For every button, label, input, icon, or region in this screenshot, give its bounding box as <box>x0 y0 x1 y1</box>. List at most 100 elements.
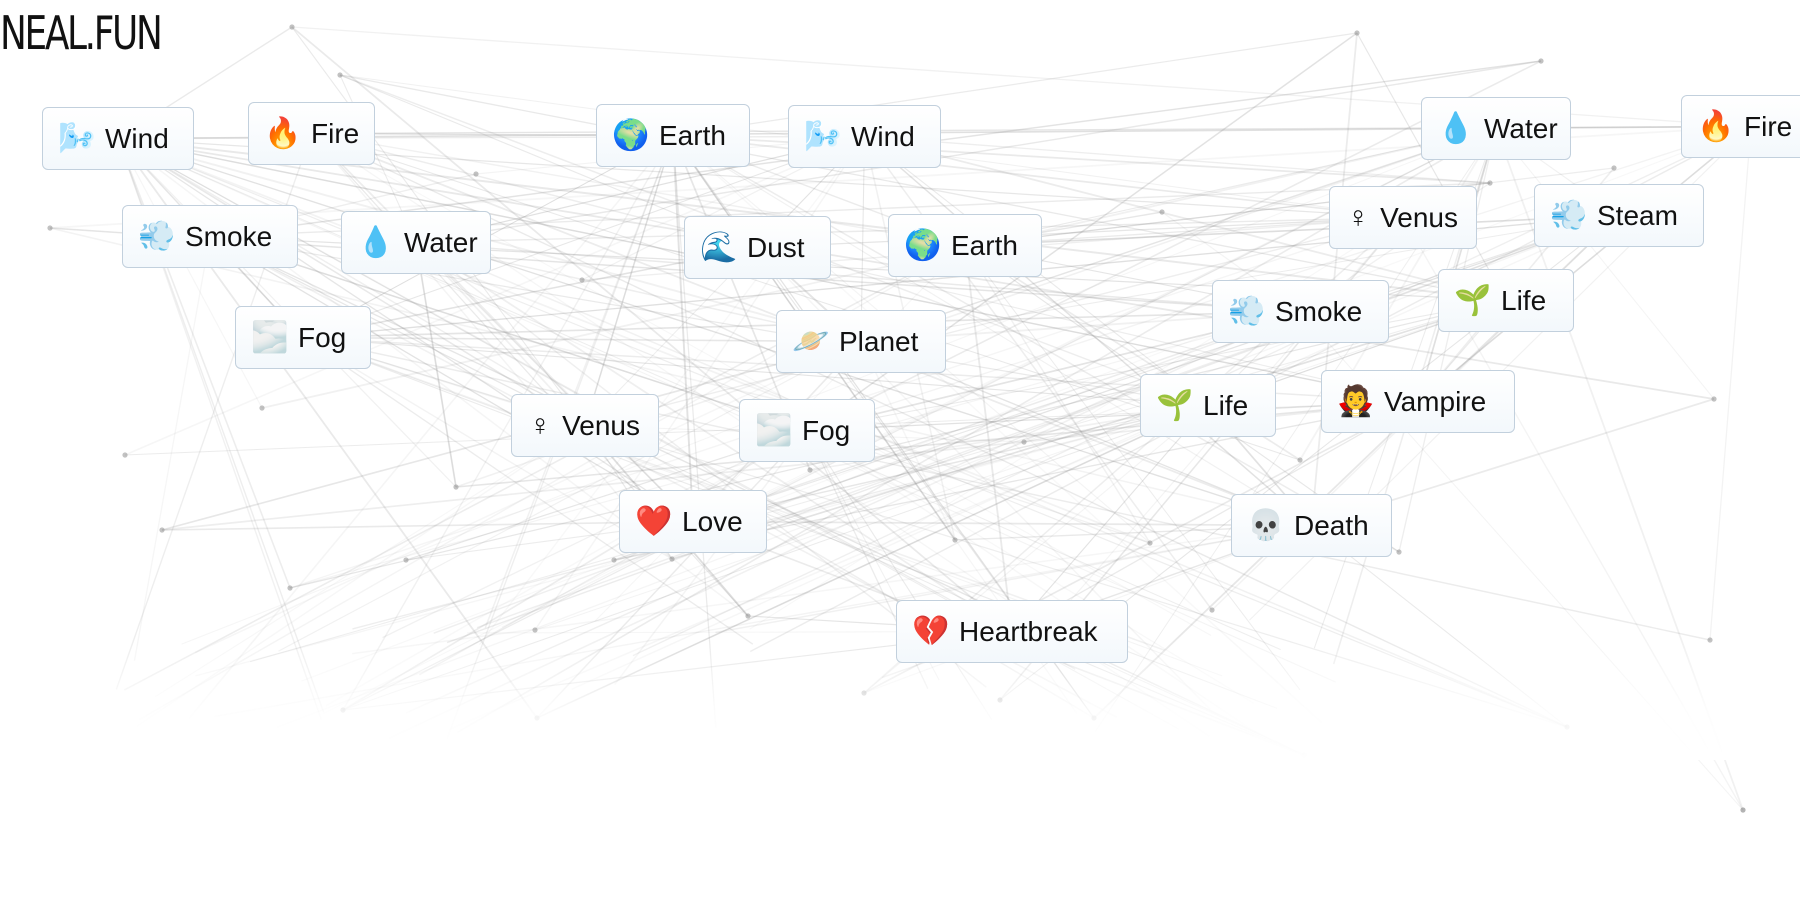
element-tile-earth[interactable]: 🌍 Earth <box>596 104 750 167</box>
element-tile-life[interactable]: 🌱 Life <box>1438 269 1574 332</box>
element-label: Planet <box>839 325 919 357</box>
connection-node-dot <box>122 452 128 458</box>
connection-line <box>161 520 694 531</box>
connection-node-dot <box>1301 752 1307 758</box>
sprout-icon: 🌱 <box>1454 283 1492 317</box>
vampire-icon: 🧛 <box>1337 384 1375 418</box>
water-drop-icon: 💧 <box>357 225 395 259</box>
connection-node-dot <box>952 537 958 543</box>
connection-node-dot <box>1707 637 1713 643</box>
connection-node-dot <box>807 467 813 473</box>
connection-node-dot <box>453 484 459 490</box>
connection-line <box>154 425 586 698</box>
element-label: Vampire <box>1384 385 1487 417</box>
connection-node-dot <box>289 24 295 30</box>
element-tile-steam[interactable]: 💨 Steam <box>1534 184 1704 247</box>
element-tile-venus[interactable]: ♀ Venus <box>1329 186 1477 249</box>
element-tile-wind[interactable]: 🌬️ Wind <box>42 107 194 170</box>
connection-node-dot <box>1487 180 1493 186</box>
element-label: Fire <box>311 117 360 149</box>
connection-node-dot <box>287 585 293 591</box>
element-tile-heartbreak[interactable]: 💔 Heartbreak <box>896 600 1128 663</box>
fire-icon: 🔥 <box>1697 109 1735 143</box>
element-label: Earth <box>951 229 1018 261</box>
element-label: Water <box>1484 112 1558 144</box>
element-label: Earth <box>659 119 726 151</box>
element-tile-love[interactable]: ❤️ Love <box>619 490 767 553</box>
connection-node-dot <box>1711 396 1717 402</box>
element-tile-fire[interactable]: 🔥 Fire <box>248 102 375 165</box>
element-tile-smoke[interactable]: 💨 Smoke <box>122 205 298 268</box>
craft-canvas[interactable]: NEAL.FUN 🌬️ Wind 🔥 Fire 🌍 Earth 🌬️ Wind … <box>0 0 1800 900</box>
connection-node-dot <box>1209 607 1215 613</box>
element-tile-venus[interactable]: ♀ Venus <box>511 394 659 457</box>
connection-line <box>1709 126 1752 641</box>
element-tile-earth[interactable]: 🌍 Earth <box>888 214 1042 277</box>
connection-node-dot <box>47 225 53 231</box>
element-tile-wind[interactable]: 🌬️ Wind <box>788 105 941 168</box>
connection-node-dot <box>1297 457 1303 463</box>
connection-node-dot <box>259 405 265 411</box>
wind-icon: 🌬️ <box>58 121 96 155</box>
element-tile-water[interactable]: 💧 Water <box>1421 97 1571 160</box>
skull-icon: 💀 <box>1247 508 1285 542</box>
connection-node-dot <box>997 697 1003 703</box>
earth-globe-icon: 🌍 <box>612 118 650 152</box>
smoke-puff-icon: 💨 <box>138 219 176 253</box>
element-tile-dust[interactable]: 🌊 Dust <box>684 216 831 279</box>
element-label: Wind <box>851 120 915 152</box>
wind-icon: 🌬️ <box>804 119 842 153</box>
dust-waves-icon: 🌊 <box>700 230 738 264</box>
connection-node-dot <box>1021 439 1027 445</box>
planet-ringed-icon: 🪐 <box>792 324 830 358</box>
connection-node-dot <box>1147 540 1153 546</box>
connection-node-dot <box>745 613 751 619</box>
element-label: Venus <box>1380 201 1458 233</box>
element-tile-planet[interactable]: 🪐 Planet <box>776 310 946 373</box>
element-tile-fire[interactable]: 🔥 Fire <box>1681 95 1800 158</box>
connection-node-dot <box>861 690 867 696</box>
connection-node-dot <box>532 627 538 633</box>
site-logo[interactable]: NEAL.FUN <box>0 10 163 56</box>
connection-line <box>133 236 211 661</box>
sprout-icon: 🌱 <box>1156 388 1194 422</box>
connection-node-dot <box>340 707 346 713</box>
fire-icon: 🔥 <box>264 116 302 150</box>
connection-node-dot <box>337 72 343 78</box>
element-tile-smoke[interactable]: 💨 Smoke <box>1212 280 1389 343</box>
element-label: Fire <box>1744 110 1793 142</box>
element-label: Love <box>682 505 743 537</box>
steam-puff-icon: 💨 <box>1550 198 1588 232</box>
element-label: Heartbreak <box>959 615 1098 647</box>
connection-line <box>278 340 862 652</box>
broken-heart-icon: 💔 <box>912 614 950 648</box>
element-tile-death[interactable]: 💀 Death <box>1231 494 1392 557</box>
fog-waves-icon: 🌫️ <box>755 413 793 447</box>
element-label: Fog <box>298 321 347 353</box>
element-tile-fog[interactable]: 🌫️ Fog <box>739 399 875 462</box>
element-label: Wind <box>105 122 169 154</box>
earth-globe-icon: 🌍 <box>904 228 942 262</box>
connection-node-dot <box>1091 715 1097 721</box>
connection-node-dot <box>159 527 165 533</box>
element-tile-vampire[interactable]: 🧛 Vampire <box>1321 370 1515 433</box>
element-tile-fog[interactable]: 🌫️ Fog <box>235 306 371 369</box>
connection-node-dot <box>611 557 617 563</box>
element-label: Water <box>404 226 478 258</box>
red-heart-icon: ❤️ <box>635 504 673 538</box>
connection-node-dot <box>473 171 479 177</box>
connection-node-dot <box>579 277 585 283</box>
element-label: Venus <box>562 409 640 441</box>
connection-node-dot <box>403 557 409 563</box>
connection-node-dot <box>534 715 540 721</box>
venus-symbol-icon: ♀ <box>1346 200 1370 234</box>
connection-node-dot <box>1564 724 1570 730</box>
connection-node-dot <box>1159 209 1165 215</box>
element-tile-water[interactable]: 💧 Water <box>341 211 491 274</box>
connection-line <box>352 524 1312 655</box>
smoke-puff-icon: 💨 <box>1228 294 1266 328</box>
element-tile-life[interactable]: 🌱 Life <box>1140 374 1276 437</box>
element-label: Death <box>1294 509 1369 541</box>
connection-node-dot <box>1740 807 1746 813</box>
connection-node-dot <box>669 556 675 562</box>
